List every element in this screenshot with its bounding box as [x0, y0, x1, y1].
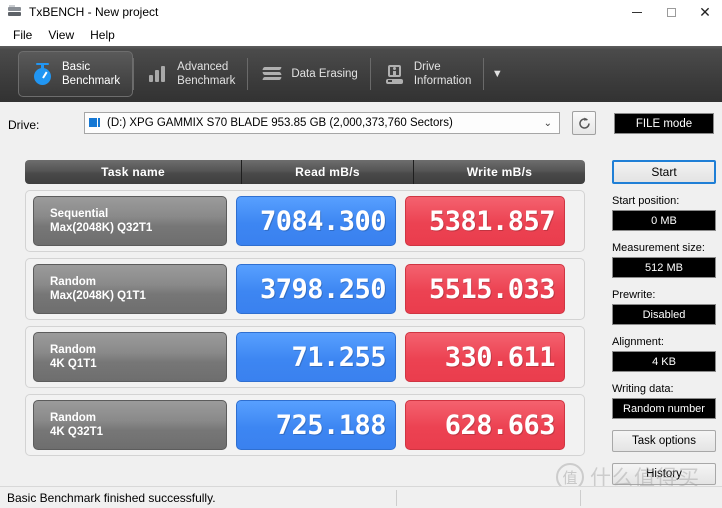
start-position-value[interactable]: 0 MB [612, 210, 716, 231]
tab-drive-information-label: Drive Information [413, 60, 472, 87]
task-name-line2: 4K Q32T1 [50, 426, 104, 438]
tab-data-erasing-label: Data Erasing [291, 67, 358, 80]
alignment-label: Alignment: [612, 336, 664, 348]
write-value: 330.611 [405, 332, 565, 382]
start-position-label: Start position: [612, 195, 680, 207]
tab-strip: Basic Benchmark Advanced Benchmark Data … [0, 46, 722, 102]
task-name-line1: Random [50, 411, 96, 424]
task-name-button[interactable]: Random Max(2048K) Q1T1 [33, 264, 227, 314]
prewrite-value[interactable]: Disabled [612, 304, 716, 325]
status-bar: Basic Benchmark finished successfully. [0, 486, 722, 508]
minimize-button[interactable] [620, 0, 654, 24]
stopwatch-icon [31, 62, 55, 86]
chevron-down-icon: ⌄ [543, 118, 552, 129]
status-divider [396, 490, 397, 506]
writing-data-label: Writing data: [612, 383, 674, 395]
start-button[interactable]: Start [612, 160, 716, 184]
close-icon: ✕ [699, 4, 711, 20]
app-drive-icon [7, 4, 23, 20]
menu-bar: File View Help [0, 24, 722, 46]
column-header-read: Read mB/s [241, 160, 413, 184]
maximize-button[interactable] [654, 0, 688, 24]
write-value: 5515.033 [405, 264, 565, 314]
drive-info-icon [383, 62, 407, 86]
bar-chart-icon [146, 62, 170, 86]
table-row: Sequential Max(2048K) Q32T1 7084.300 538… [25, 190, 585, 252]
status-message: Basic Benchmark finished successfully. [7, 490, 216, 505]
task-name-line1: Random [50, 275, 96, 288]
chevron-down-icon[interactable]: ▼ [484, 46, 510, 102]
task-name-line2: Max(2048K) Q32T1 [50, 222, 153, 234]
task-name-line2: 4K Q1T1 [50, 358, 97, 370]
drive-select[interactable]: (D:) XPG GAMMIX S70 BLADE 953.85 GB (2,0… [84, 112, 560, 134]
tab-basic-benchmark-label: Basic Benchmark [62, 60, 121, 87]
menu-item-file[interactable]: File [5, 26, 40, 44]
measurement-size-label: Measurement size: [612, 242, 705, 254]
tab-data-erasing[interactable]: Data Erasing [248, 51, 369, 97]
measurement-size-value[interactable]: 512 MB [612, 257, 716, 278]
read-value: 7084.300 [236, 196, 396, 246]
table-row: Random Max(2048K) Q1T1 3798.250 5515.033 [25, 258, 585, 320]
options-sidebar: Start Start position: 0 MB Measurement s… [612, 160, 716, 485]
table-row: Random 4K Q1T1 71.255 330.611 [25, 326, 585, 388]
disk-icon [89, 117, 102, 129]
menu-item-view[interactable]: View [40, 26, 82, 44]
read-value: 725.188 [236, 400, 396, 450]
tab-drive-information[interactable]: Drive Information [371, 51, 484, 97]
task-name-button[interactable]: Random 4K Q32T1 [33, 400, 227, 450]
write-value: 5381.857 [405, 196, 565, 246]
writing-data-value[interactable]: Random number [612, 398, 716, 419]
task-name-line1: Random [50, 343, 96, 356]
column-header-task-name: Task name [101, 165, 165, 179]
write-value: 628.663 [405, 400, 565, 450]
window-controls: ✕ [620, 0, 722, 24]
history-button[interactable]: History [612, 463, 716, 485]
window-title: TxBENCH - New project [29, 5, 159, 19]
close-button[interactable]: ✕ [688, 0, 722, 24]
read-value: 3798.250 [236, 264, 396, 314]
task-name-button[interactable]: Sequential Max(2048K) Q32T1 [33, 196, 227, 246]
table-row: Random 4K Q32T1 725.188 628.663 [25, 394, 585, 456]
menu-item-help[interactable]: Help [82, 26, 123, 44]
tab-basic-benchmark[interactable]: Basic Benchmark [18, 51, 134, 97]
zigzag-erase-icon [260, 62, 284, 86]
prewrite-label: Prewrite: [612, 289, 656, 301]
file-mode-button[interactable]: FILE mode [614, 113, 714, 134]
tab-advanced-benchmark-label: Advanced Benchmark [177, 60, 236, 87]
task-name-line2: Max(2048K) Q1T1 [50, 290, 146, 302]
task-name-line1: Sequential [50, 207, 109, 220]
read-value: 71.255 [236, 332, 396, 382]
task-name-button[interactable]: Random 4K Q1T1 [33, 332, 227, 382]
title-bar: TxBENCH - New project ✕ [0, 0, 722, 24]
task-options-button[interactable]: Task options [612, 430, 716, 452]
drive-label: Drive: [8, 118, 40, 132]
results-header: Task name Read mB/s Write mB/s [25, 160, 585, 184]
alignment-value[interactable]: 4 KB [612, 351, 716, 372]
txbench-window: TxBENCH - New project ✕ File View Help B… [0, 0, 722, 508]
drive-select-value: (D:) XPG GAMMIX S70 BLADE 953.85 GB (2,0… [107, 117, 453, 129]
results-table: Task name Read mB/s Write mB/s Sequentia… [25, 160, 585, 456]
refresh-icon [578, 117, 590, 129]
column-header-write: Write mB/s [413, 160, 585, 184]
status-divider [580, 490, 581, 506]
refresh-button[interactable] [572, 111, 596, 135]
tab-advanced-benchmark[interactable]: Advanced Benchmark [134, 51, 247, 97]
